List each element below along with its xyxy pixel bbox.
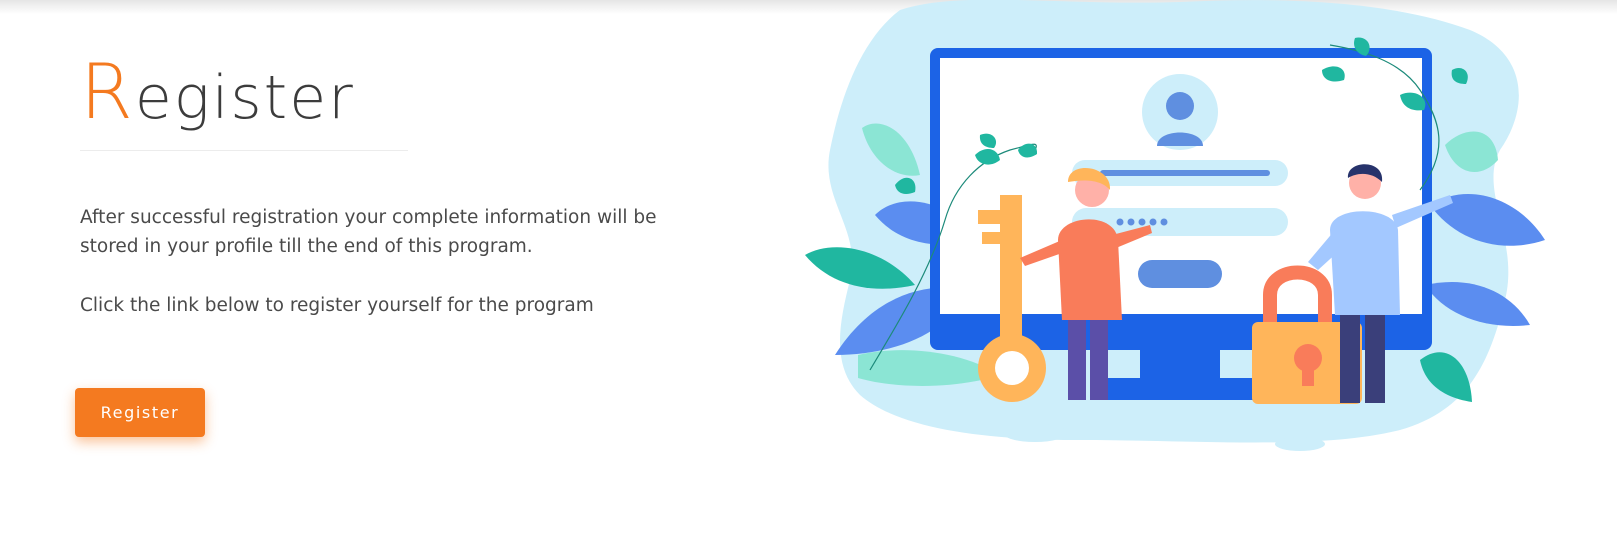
form-submit-pill bbox=[1138, 260, 1222, 288]
register-instruction: Click the link below to register yoursel… bbox=[80, 295, 594, 316]
blob-puddle bbox=[1003, 424, 1067, 442]
password-dot bbox=[1138, 218, 1146, 226]
registration-description: After successful registration your compl… bbox=[80, 207, 657, 257]
avatar-head bbox=[1166, 92, 1194, 120]
password-dot bbox=[1127, 218, 1135, 226]
password-dot bbox=[1116, 218, 1124, 226]
page-title: Register bbox=[80, 52, 720, 138]
register-info-panel: Register After successful registration y… bbox=[80, 52, 720, 320]
monitor-stand bbox=[1100, 378, 1260, 400]
form-field-username-line bbox=[1100, 170, 1270, 176]
password-dot bbox=[1149, 218, 1157, 226]
key-tooth bbox=[982, 232, 1002, 244]
woman-leg bbox=[1090, 320, 1108, 400]
monitor-neck bbox=[1140, 350, 1220, 380]
title-first-letter: R bbox=[80, 47, 135, 136]
title-divider bbox=[80, 150, 408, 151]
woman-body bbox=[1058, 219, 1122, 320]
blob-puddle-small bbox=[1275, 437, 1325, 451]
registration-illustration bbox=[805, 0, 1545, 451]
woman-leg bbox=[1068, 320, 1086, 400]
man-leg bbox=[1365, 315, 1385, 403]
key-ring-hole bbox=[995, 351, 1029, 385]
padlock-keyhole-slot bbox=[1302, 360, 1314, 386]
key-tooth bbox=[978, 210, 1002, 224]
register-button[interactable]: Register bbox=[75, 388, 205, 437]
password-dot bbox=[1160, 218, 1168, 226]
man-leg bbox=[1340, 315, 1360, 403]
title-rest: egister bbox=[134, 63, 355, 133]
man-body bbox=[1330, 211, 1400, 315]
